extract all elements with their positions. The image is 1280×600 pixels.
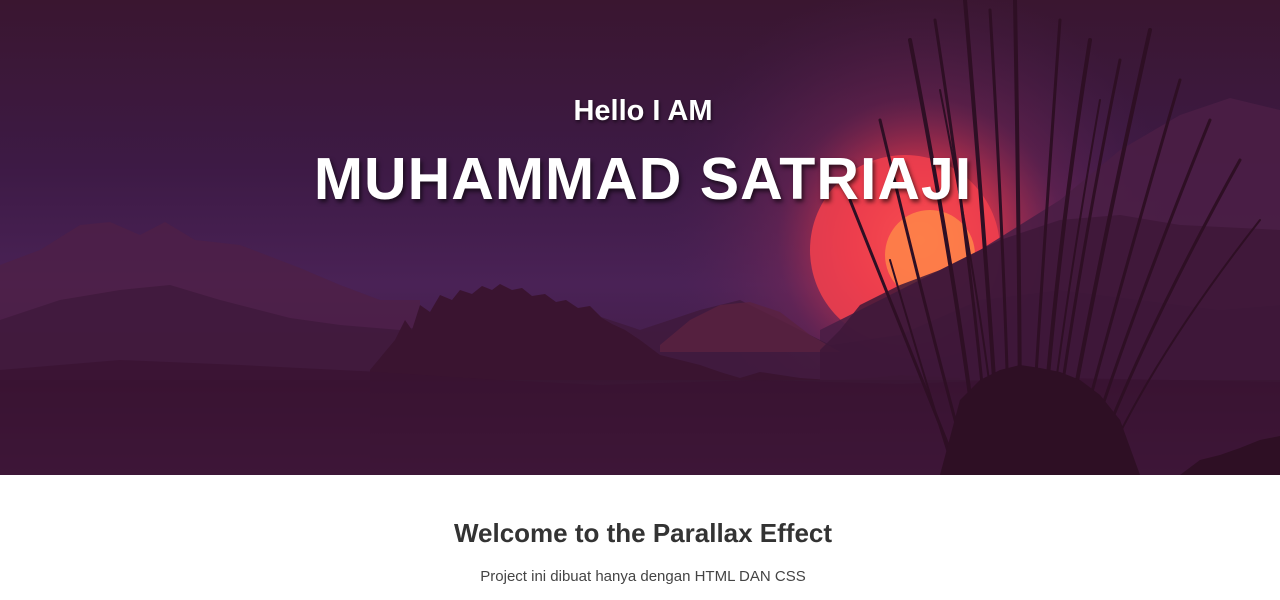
parallax-background-illustration: [0, 0, 1280, 475]
section-description: Project ini dibuat hanya dengan HTML DAN…: [480, 568, 806, 585]
hero-greeting: Hello I AM: [573, 95, 713, 127]
content-section: Welcome to the Parallax Effect Project i…: [0, 475, 1280, 600]
section-heading: Welcome to the Parallax Effect: [453, 518, 833, 548]
hero-banner: Hello I AM MUHAMMAD SATRIAJI: [0, 0, 1280, 475]
hero-name: MUHAMMAD SATRIAJI: [313, 146, 973, 212]
